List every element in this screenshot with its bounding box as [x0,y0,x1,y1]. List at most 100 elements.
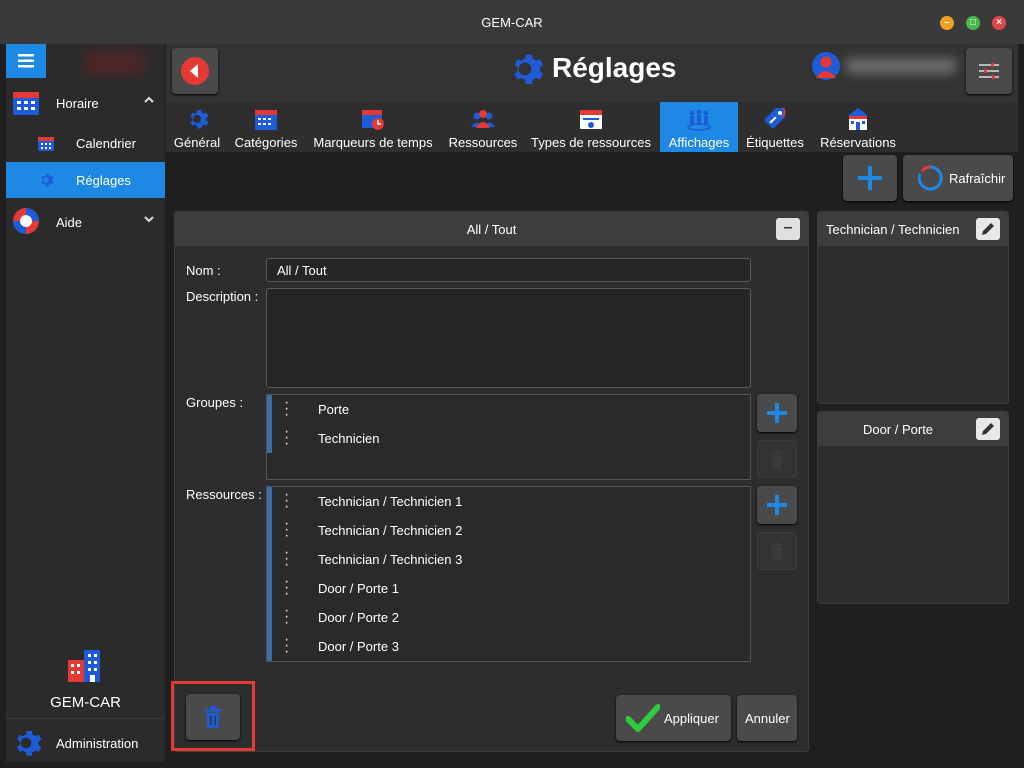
window-title-bar: GEM-CAR – □ × [0,0,1024,44]
cancel-label: Annuler [745,711,790,726]
card-title: Door / Porte [862,422,934,437]
add-resource-button[interactable] [757,486,797,524]
maximize-button[interactable]: □ [966,16,980,30]
sidebar-section-horaire[interactable]: Horaire [6,84,165,122]
calendar-clock-icon [362,110,384,130]
list-item[interactable]: · · · Door / Porte 2 [267,603,750,632]
pencil-icon [982,423,994,435]
list-item[interactable]: · · · Door / Porte 1 [267,574,750,603]
groups-list: · · · Porte · · · Technicien [266,394,751,480]
tab-label: Affichages [668,135,730,150]
drag-handle-icon[interactable]: · · · [284,574,289,602]
page-header: Réglages [166,44,1018,102]
trash-icon [770,542,784,560]
plus-icon [767,403,787,423]
tab-reservations[interactable]: Réservations [814,102,902,152]
tab-label: Marqueurs de temps [313,135,433,150]
minimize-button[interactable]: – [940,16,954,30]
trash-icon [770,450,784,468]
drag-handle-icon[interactable]: · · · [284,395,289,423]
add-group-button[interactable] [757,394,797,432]
name-input[interactable] [266,258,751,282]
list-item-label: Door / Porte 1 [318,581,399,596]
id-card-icon [580,110,602,129]
checkmark-icon [626,704,660,732]
description-label: Description : [186,289,259,304]
tab-categories[interactable]: Catégories [230,102,302,152]
drag-handle-icon[interactable]: · · · [284,603,289,631]
calendar-small-icon [38,137,54,151]
sidebar-section-label: Aide [56,215,83,230]
chevron-down-icon [143,213,155,228]
building-icon [848,108,868,130]
list-item[interactable]: · · · Technician / Technicien 3 [267,545,750,574]
description-textarea[interactable] [266,288,751,388]
edit-button[interactable] [976,418,1000,440]
gear-icon [190,109,209,129]
window-title: GEM-CAR [481,15,543,30]
list-item[interactable]: · · · Door / Porte 3 [267,632,750,661]
refresh-label: Rafraîchir [949,171,1006,186]
list-item[interactable]: · · · Porte [267,395,750,424]
drag-handle-icon[interactable]: · · · [284,632,289,660]
tab-label: Catégories [234,135,298,150]
preferences-button[interactable] [966,48,1012,94]
tag-icon [764,107,786,129]
hamburger-menu-button[interactable] [6,44,46,78]
list-item-label: Door / Porte 3 [318,639,399,654]
remove-resource-button[interactable] [757,532,797,570]
blurred-logo [84,52,144,74]
remove-group-button[interactable] [757,440,797,478]
drag-handle-icon[interactable]: · · · [284,545,289,573]
tab-label: Étiquettes [746,135,804,150]
drag-handle-icon[interactable]: · · · [284,424,289,452]
tab-label: Types de ressources [531,135,651,150]
add-display-button[interactable] [843,155,897,201]
tab-resources[interactable]: Ressources [444,102,522,152]
sidebar-item-reglages[interactable]: Réglages [6,162,165,198]
refresh-icon [917,165,943,191]
panel-title: All / Tout [466,222,517,237]
display-card[interactable]: Technician / Technicien [817,211,1009,404]
tab-labels[interactable]: Étiquettes [742,102,808,152]
refresh-button[interactable]: Rafraîchir [903,155,1013,201]
sidebar-item-calendrier[interactable]: Calendrier [6,125,165,161]
list-item-label: Technician / Technicien 3 [318,552,463,567]
sidebar-item-label: Réglages [76,173,131,188]
tab-time-markers[interactable]: Marqueurs de temps [306,102,440,152]
edit-button[interactable] [976,218,1000,240]
drag-handle-icon[interactable]: · · · [284,487,289,515]
sidebar-section-aide[interactable]: Aide [6,203,165,241]
user-avatar-icon[interactable] [812,52,840,82]
sidebar-item-administration[interactable]: Administration [6,718,165,762]
tab-general[interactable]: Général [166,102,228,152]
display-card[interactable]: Door / Porte [817,411,1009,604]
tab-resource-types[interactable]: Types de ressources [528,102,654,152]
page-title: Réglages [552,52,677,83]
tab-label: Général [173,135,221,150]
sidebar-section-label: Horaire [56,96,99,111]
collapse-button[interactable]: – [776,218,800,240]
tab-displays[interactable]: Affichages [660,102,738,152]
list-item[interactable]: · · · Technician / Technicien 2 [267,516,750,545]
back-button[interactable] [172,48,218,94]
gear-icon [17,730,42,756]
calendar-grid-icon [255,110,277,130]
cancel-button[interactable]: Annuler [737,695,797,741]
plus-icon [767,495,787,515]
card-header: Technician / Technicien [818,212,1008,246]
close-window-button[interactable]: × [992,16,1006,30]
apply-button[interactable]: Appliquer [616,695,731,741]
tab-label: Ressources [448,135,518,150]
highlight-box [171,681,255,751]
list-item[interactable]: · · · Technician / Technicien 1 [267,487,750,516]
plus-icon [858,166,882,190]
sliders-icon [979,63,999,79]
card-title: Technician / Technicien [826,222,960,237]
list-item[interactable]: · · · Technicien [267,424,750,453]
drag-handle-icon[interactable]: · · · [284,516,289,544]
blurred-user-name [846,58,956,74]
groups-label: Groupes : [186,395,244,410]
panel-header: All / Tout – [175,212,808,246]
back-arrow-icon [181,57,209,85]
